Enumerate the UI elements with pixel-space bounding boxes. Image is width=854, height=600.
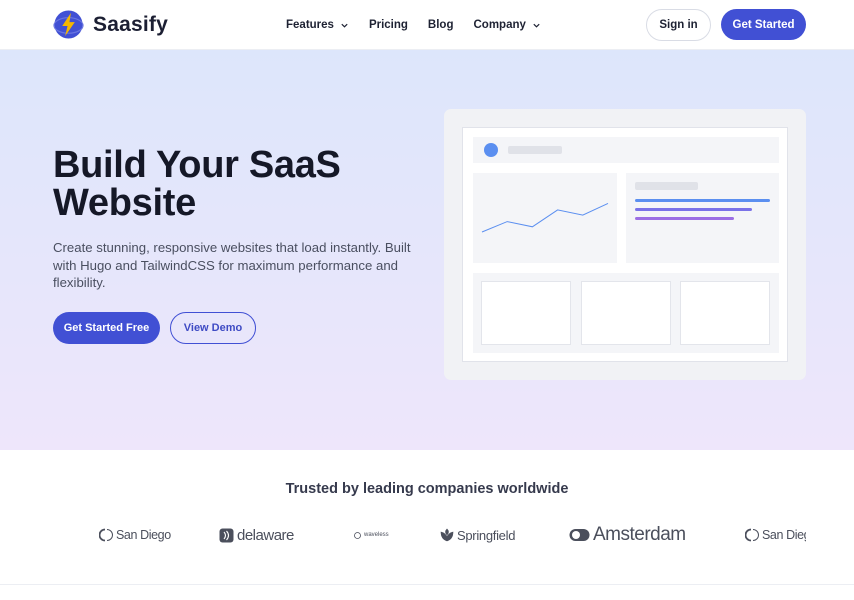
nav-blog[interactable]: Blog [428, 19, 454, 31]
mockup-stats-panel [626, 173, 779, 263]
brand-link[interactable]: Saasify [53, 9, 168, 40]
mockup-card [680, 281, 770, 345]
logo-text: Amsterdam [593, 524, 686, 545]
nav-pricing[interactable]: Pricing [369, 19, 408, 31]
nav-company[interactable]: Company [473, 19, 540, 31]
mockup-chart-panel [473, 173, 617, 263]
mockup-card [481, 281, 571, 345]
mockup-progress-bar-blue [635, 199, 770, 202]
mockup-title-placeholder [508, 146, 562, 154]
mockup-chart-line [481, 202, 609, 233]
nav-features[interactable]: Features [286, 19, 349, 31]
dashboard-mockup [444, 109, 806, 380]
nav-company-label: Company [473, 19, 526, 31]
logo-amsterdam: Amsterdam [569, 523, 686, 547]
mockup-stats-title-placeholder [635, 182, 698, 190]
view-demo-button[interactable]: View Demo [170, 312, 256, 344]
mockup-card [581, 281, 671, 345]
trusted-section: Trusted by leading companies worldwide S… [0, 450, 854, 585]
chevron-down-icon [533, 23, 540, 28]
mockup-avatar-dot [484, 143, 498, 157]
delaware-logo-icon [219, 528, 234, 542]
springfield-logo-icon [440, 528, 454, 542]
logo-text: San Diego [762, 528, 806, 542]
nav-pricing-label: Pricing [368, 19, 408, 31]
logo-text: waveless [364, 532, 389, 538]
chevron-down-icon [341, 23, 348, 28]
primary-nav: Features Pricing Blog Company [286, 0, 541, 50]
get-started-button[interactable]: Get Started [721, 9, 806, 40]
san-diego-logo-icon [745, 528, 759, 542]
trusted-title: Trusted by leading companies worldwide [285, 481, 569, 497]
logo-strip: San Diego delaware waveless Springfield … [53, 523, 806, 547]
logo-text: San Diego [116, 528, 171, 542]
mockup-progress-bar-purple [635, 217, 734, 220]
lightning-bolt-icon [53, 10, 84, 39]
get-started-free-button[interactable]: Get Started Free [53, 312, 160, 344]
navbar: Saasify Features Pricing Blog Company Si… [0, 0, 854, 50]
san-diego-logo-icon [99, 528, 113, 542]
amsterdam-logo-icon [569, 529, 590, 541]
logo-text: delaware [237, 526, 294, 544]
mockup-progress-bar-indigo [635, 208, 752, 211]
mockup-line-chart [481, 202, 609, 233]
mockup-cards-row [473, 273, 779, 353]
logo-san-diego: San Diego [99, 523, 171, 547]
waveless-logo-icon [354, 531, 361, 539]
logo-text: Springfield [457, 527, 516, 543]
logo-delaware: delaware [219, 523, 294, 547]
mockup-frame [462, 127, 788, 362]
hero-title: Build Your SaaS Website [53, 144, 341, 224]
hero-description: Create stunning, responsive websites tha… [53, 240, 411, 290]
sign-in-button[interactable]: Sign in [646, 9, 711, 41]
nav-blog-label: Blog [427, 19, 454, 31]
brand-name: Saasify [93, 12, 168, 36]
nav-features-label: Features [286, 19, 334, 31]
logo-springfield: Springfield [440, 523, 515, 547]
hero-section: Build Your SaaS Website Create stunning,… [0, 50, 854, 450]
mockup-header [473, 137, 779, 163]
logo-san-diego: San Diego [745, 523, 806, 547]
logo-waveless: waveless [354, 523, 389, 547]
